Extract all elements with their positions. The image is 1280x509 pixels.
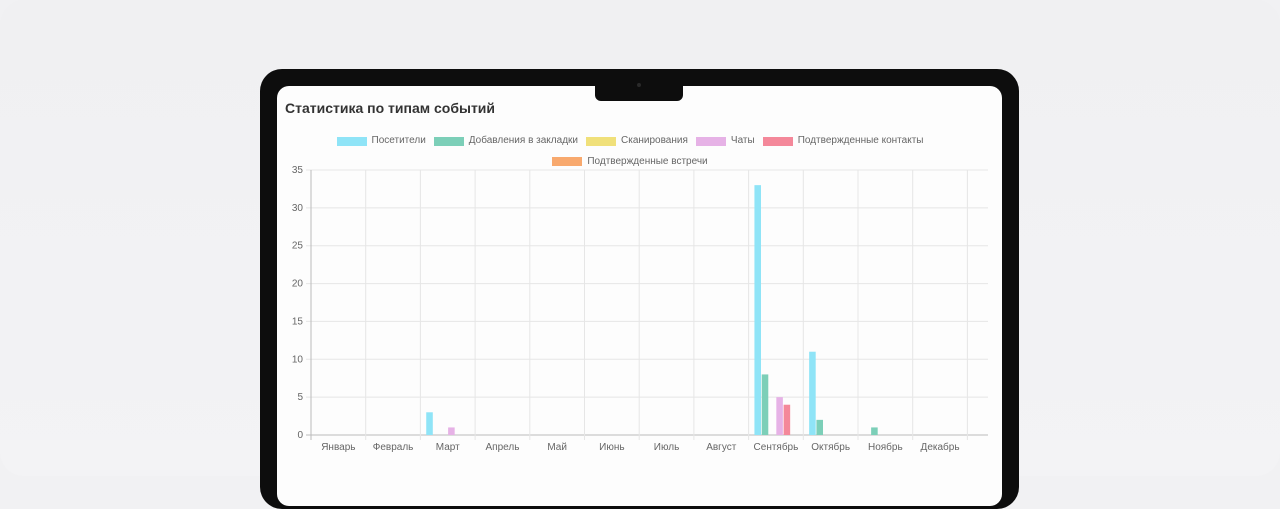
y-tick-label: 5	[297, 392, 303, 403]
bar-Чаты-Сентябрь	[776, 397, 783, 435]
bar-chart: 0 5 10 15 20 25 30 35 Январь Февраль Март Апрель Май…	[292, 165, 988, 453]
bar-Добавления-в-закладки-Ноябрь	[871, 427, 878, 435]
x-tick-label: Ноябрь	[868, 441, 903, 453]
y-tick-label: 20	[292, 279, 304, 290]
y-tick-label: 30	[292, 203, 304, 214]
x-tick-label: Июнь	[599, 442, 624, 453]
y-tick-label: 0	[297, 430, 303, 441]
x-tick-label: Сентябрь	[754, 441, 799, 453]
bar-Чаты-Март	[448, 427, 455, 435]
bar-Посетители-Март	[426, 412, 433, 435]
bar-Добавления-в-закладки-Октябрь	[816, 419, 823, 435]
bar-Посетители-Октябрь	[809, 351, 816, 435]
bar-Посетители-Сентябрь	[754, 185, 761, 435]
x-tick-label: Апрель	[485, 442, 519, 453]
bar-Добавления-в-закладки-Сентябрь	[761, 374, 769, 435]
x-tick-label: Август	[706, 442, 737, 453]
x-tick-label: Февраль	[373, 442, 414, 453]
y-tick-label: 25	[292, 241, 304, 252]
bar-Подтвержденные-контакты-Сентябрь	[783, 404, 791, 435]
x-tick-label: Июль	[654, 442, 680, 453]
y-tick-label: 15	[292, 316, 304, 327]
x-tick-label: Май	[547, 442, 567, 453]
x-tick-label: Октябрь	[811, 441, 850, 453]
x-tick-label: Март	[436, 442, 460, 453]
y-tick-label: 10	[292, 354, 304, 365]
x-tick-label: Декабрь	[921, 441, 960, 453]
x-tick-label: Январь	[321, 442, 355, 453]
y-tick-label: 35	[292, 165, 304, 176]
